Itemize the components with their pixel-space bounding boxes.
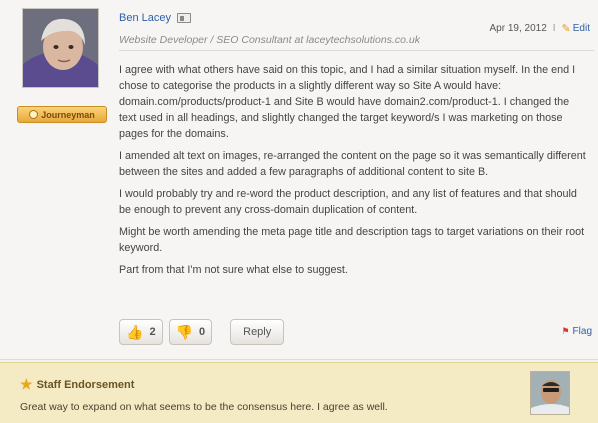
author-name[interactable]: Ben Lacey bbox=[119, 12, 171, 24]
edit-link[interactable]: ✎ Edit bbox=[562, 22, 590, 35]
post-date: Apr 19, 2012 bbox=[489, 23, 547, 34]
meta-separator: I bbox=[552, 23, 556, 34]
flag-label: Flag bbox=[572, 326, 592, 337]
answer-card: Journeyman Ben Lacey Website Developer /… bbox=[0, 0, 598, 360]
post-meta: Apr 19, 2012 I ✎ Edit bbox=[490, 22, 591, 35]
thumbs-up-icon: 👍 bbox=[126, 323, 144, 340]
flag-icon: ⚑ bbox=[561, 326, 570, 336]
endorsement-heading: ★ Staff Endorsement bbox=[20, 376, 134, 393]
thumbs-up-count: 2 bbox=[149, 326, 156, 338]
answer-actions: 👍 2 👎 0 Reply bbox=[119, 319, 285, 345]
paragraph: Part from that I'm not sure what else to… bbox=[119, 264, 348, 276]
paragraph: I would probably try and re-word the pro… bbox=[119, 188, 577, 216]
thumbs-down-icon: 👎 bbox=[175, 323, 193, 340]
flag-link[interactable]: ⚑ Flag bbox=[561, 326, 592, 337]
rank-badge: Journeyman bbox=[17, 106, 107, 123]
star-icon: ★ bbox=[20, 376, 33, 392]
staff-avatar[interactable] bbox=[530, 371, 570, 415]
paragraph: Might be worth amending the meta page ti… bbox=[119, 226, 585, 254]
answer-body: I agree with what others have said on th… bbox=[119, 62, 589, 284]
paragraph: I amended alt text on images, re-arrange… bbox=[119, 150, 586, 178]
medal-icon bbox=[29, 110, 39, 119]
author-photo bbox=[23, 9, 98, 87]
vcard-icon[interactable] bbox=[176, 13, 191, 23]
thumbs-down-count: 0 bbox=[199, 326, 206, 338]
staff-endorsement: ★ Staff Endorsement Great way to expand … bbox=[0, 362, 598, 423]
edit-label: Edit bbox=[572, 23, 590, 34]
author-line: Ben Lacey bbox=[119, 12, 191, 24]
header-divider bbox=[119, 50, 594, 51]
thumbs-up-button[interactable]: 👍 2 bbox=[119, 319, 163, 345]
paragraph: I agree with what others have said on th… bbox=[119, 64, 576, 140]
reply-button[interactable]: Reply bbox=[230, 319, 285, 345]
author-avatar[interactable] bbox=[22, 8, 99, 88]
rank-badge-label: Journeyman bbox=[41, 109, 95, 120]
author-subtitle: Website Developer / SEO Consultant at la… bbox=[119, 34, 420, 46]
thumbs-down-button[interactable]: 👎 0 bbox=[168, 319, 213, 345]
pencil-icon: ✎ bbox=[561, 23, 571, 35]
endorsement-title: Staff Endorsement bbox=[36, 378, 135, 391]
staff-photo bbox=[531, 372, 569, 414]
endorsement-text: Great way to expand on what seems to be … bbox=[20, 401, 388, 413]
